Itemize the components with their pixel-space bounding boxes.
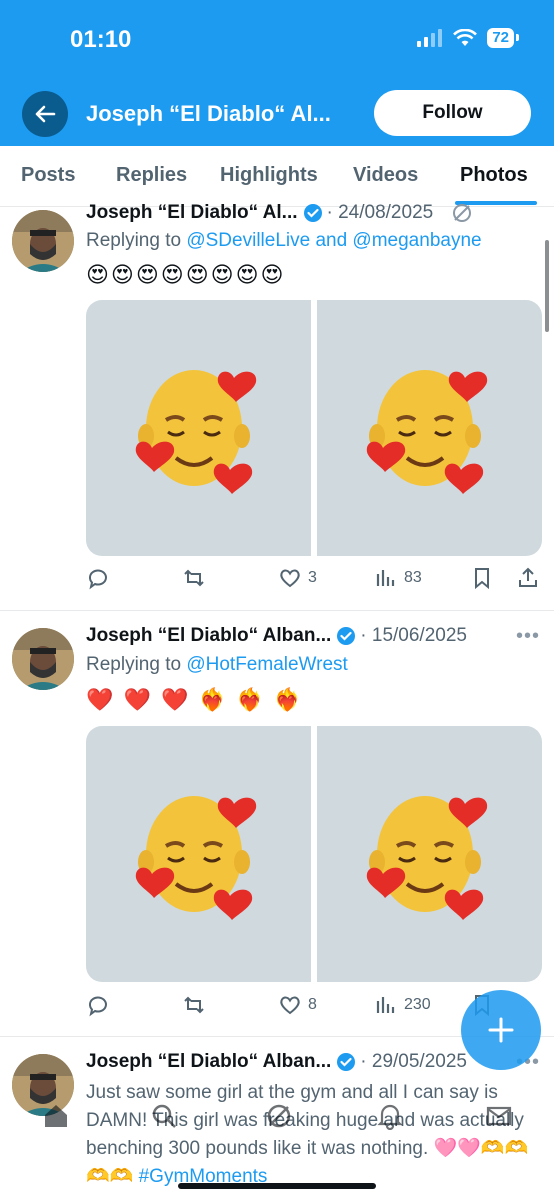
tab-videos[interactable]: Videos <box>353 164 418 187</box>
heart-icon <box>280 569 300 588</box>
profile-header: 01:10 72 Joseph “El Diablo“ Al... Follow <box>0 0 554 146</box>
view-count: 83 <box>404 569 422 586</box>
reply-button[interactable] <box>86 993 110 1017</box>
author-name[interactable]: Joseph “El Diablo“ Alban... <box>86 625 331 647</box>
repost-button[interactable] <box>182 566 206 590</box>
media-image[interactable] <box>317 300 542 556</box>
profile-name: Joseph “El Diablo“ Al... <box>86 101 331 126</box>
repost-icon <box>184 569 204 587</box>
media-image[interactable] <box>86 726 311 982</box>
status-icons: 72 <box>417 28 519 48</box>
reply-context: Replying to @SDevilleLive and @meganbayn… <box>86 230 482 252</box>
battery-indicator: 72 <box>487 28 519 48</box>
reply-prefix: Replying to <box>86 230 187 251</box>
avatar[interactable] <box>12 210 74 272</box>
reply-mentions[interactable]: @SDevilleLive and @meganbayne <box>186 230 481 251</box>
memoji-hearts-image <box>135 370 256 494</box>
arrow-left-icon <box>35 105 56 123</box>
bottom-navigation <box>0 1090 554 1150</box>
grok-icon[interactable] <box>265 1102 293 1135</box>
media-image[interactable] <box>317 726 542 982</box>
memoji-hearts-image <box>366 796 487 920</box>
view-count: 230 <box>404 996 431 1013</box>
post-header: Joseph “El Diablo“ Alban... · 29/05/2025 <box>86 1051 467 1073</box>
messages-icon[interactable] <box>485 1102 513 1135</box>
bookmark-icon <box>475 568 489 590</box>
bookmark-button[interactable] <box>470 566 494 590</box>
author-name[interactable]: Joseph “El Diablo“ Alban... <box>86 1051 331 1073</box>
heart-icon <box>280 996 300 1015</box>
signal-icon <box>417 29 443 47</box>
reply-mentions[interactable]: @HotFemaleWrest <box>186 654 347 675</box>
avatar[interactable] <box>12 628 74 690</box>
search-icon[interactable] <box>150 1102 178 1135</box>
post-header: Joseph “El Diablo“ Alban... · 15/06/2025 <box>86 625 467 647</box>
verified-badge-icon <box>337 627 356 645</box>
post-date: · 29/05/2025 <box>360 1051 467 1072</box>
post-date: · 15/06/2025 <box>360 625 467 646</box>
views-button[interactable]: 83 <box>374 566 422 590</box>
comment-icon <box>88 569 107 590</box>
share-icon <box>519 567 537 587</box>
post-divider <box>0 610 554 611</box>
home-icon[interactable] <box>42 1102 70 1135</box>
author-name[interactable]: Joseph “El Diablo“ Al... <box>86 202 298 224</box>
post-header: Joseph “El Diablo“ Al... · 24/08/2025 <box>86 202 473 224</box>
reply-prefix: Replying to <box>86 654 187 675</box>
plus-icon <box>488 1017 514 1043</box>
verified-badge-icon <box>337 1053 356 1071</box>
follow-button[interactable]: Follow <box>374 90 531 136</box>
like-count: 3 <box>308 569 317 586</box>
like-count: 8 <box>308 996 317 1013</box>
media-image[interactable] <box>86 300 311 556</box>
compose-button[interactable] <box>461 990 541 1070</box>
wifi-icon <box>453 29 478 46</box>
post-media[interactable] <box>86 300 542 556</box>
profile-tabs: Posts Replies Highlights Videos Photos <box>0 146 554 207</box>
post-text: 😍😍😍😍😍😍😍😍 <box>86 262 286 287</box>
verified-badge-icon <box>303 204 322 222</box>
memoji-hearts-image <box>366 370 487 494</box>
repost-button[interactable] <box>182 993 206 1017</box>
scrollbar[interactable] <box>545 240 549 332</box>
like-button[interactable]: 8 <box>278 993 317 1017</box>
tab-replies[interactable]: Replies <box>116 164 187 187</box>
memoji-hearts-image <box>135 796 256 920</box>
tab-highlights[interactable]: Highlights <box>220 164 318 187</box>
grok-icon[interactable] <box>451 202 473 224</box>
post-date: · 24/08/2025 <box>326 202 434 223</box>
post-actions: 3 83 <box>86 566 542 594</box>
like-button[interactable]: 3 <box>278 566 317 590</box>
more-options-icon[interactable]: ••• <box>516 625 540 648</box>
reply-button[interactable] <box>86 566 110 590</box>
tab-photos[interactable]: Photos <box>460 164 528 187</box>
tab-posts[interactable]: Posts <box>21 164 75 187</box>
views-button[interactable]: 230 <box>374 993 431 1017</box>
comment-icon <box>88 996 107 1017</box>
home-indicator <box>178 1183 376 1189</box>
post-media[interactable] <box>86 726 542 982</box>
analytics-icon <box>376 997 395 1013</box>
share-button[interactable] <box>516 566 540 590</box>
analytics-icon <box>376 570 395 586</box>
post-text: ❤️ ❤️ ❤️ ❤️‍🔥 ❤️‍🔥 ❤️‍🔥 <box>86 687 303 712</box>
status-time: 01:10 <box>70 26 132 53</box>
repost-icon <box>184 996 204 1014</box>
reply-context: Replying to @HotFemaleWrest <box>86 654 348 676</box>
back-button[interactable] <box>22 91 68 137</box>
notifications-icon[interactable] <box>376 1102 404 1135</box>
